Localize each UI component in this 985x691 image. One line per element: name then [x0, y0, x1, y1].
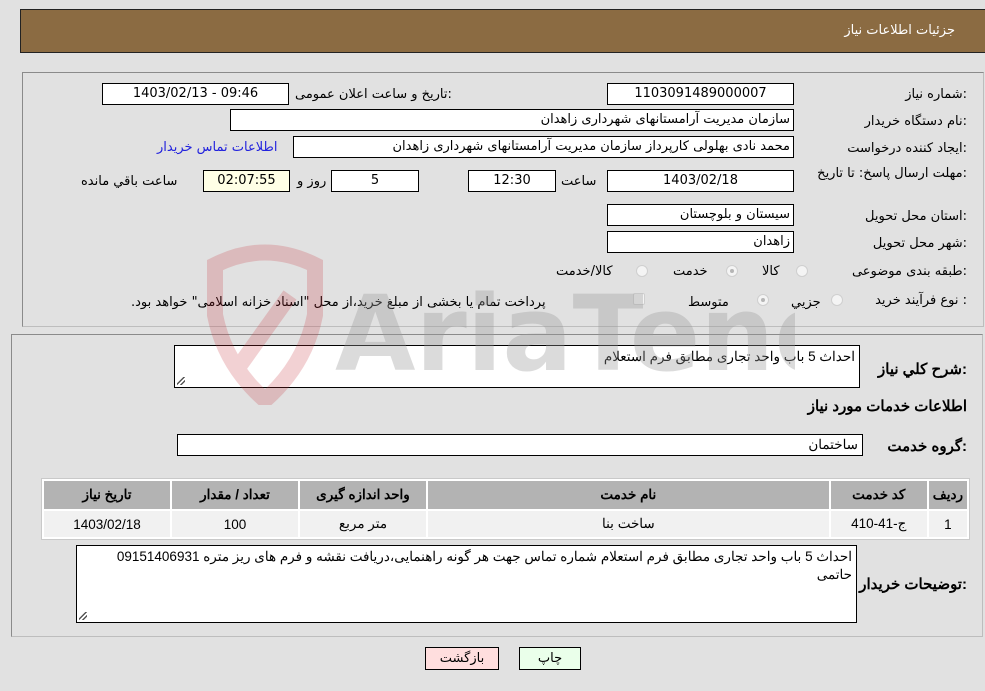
remaining-time-field: 02:07:55: [203, 170, 290, 192]
category-radio-service[interactable]: [726, 265, 738, 277]
purchase-radio-medium[interactable]: [757, 294, 769, 306]
col-service-name: نام خدمت: [428, 481, 829, 509]
remaining-days-field: 5: [331, 170, 419, 192]
col-quantity: تعداد / مقدار: [172, 481, 298, 509]
province-label: استان محل تحویل:: [865, 209, 967, 224]
buyer-org-label: نام دستگاه خریدار:: [864, 114, 967, 129]
deadline-time-field: 12:30: [468, 170, 556, 192]
back-button[interactable]: بازگشت: [425, 647, 499, 670]
summary-label: شرح کلي نیاز:: [878, 361, 967, 378]
services-heading: اطلاعات خدمات مورد نیاز: [807, 398, 967, 415]
summary-text: احداث 5 باب واحد تجاری مطابق فرم استعلام: [603, 349, 855, 364]
category-radio-goods-service[interactable]: [636, 265, 648, 277]
buyer-org-field: سازمان مدیریت آرامستانهای شهرداری زاهدان: [230, 109, 794, 131]
treasury-checkbox[interactable]: [633, 293, 645, 305]
requester-label: ایجاد کننده درخواست:: [847, 141, 967, 156]
category-label: طبقه بندی موضوعی:: [851, 264, 967, 279]
resize-handle-icon[interactable]: [79, 612, 87, 620]
days-label: روز و: [297, 174, 327, 189]
cell-quantity: 100: [172, 511, 298, 537]
remaining-time-label: ساعت باقي مانده: [81, 174, 178, 189]
need-number-label: شماره نیاز:: [905, 87, 967, 102]
service-group-field: ساختمان: [177, 434, 863, 456]
treasury-note: پرداخت تمام یا بخشی از مبلغ خرید،از محل …: [131, 295, 546, 310]
need-info-panel: شماره نیاز: 1103091489000007 تاریخ و ساع…: [22, 72, 984, 327]
deadline-date-field: 1403/02/18: [607, 170, 794, 192]
cell-service-code: ج-41-410: [830, 511, 927, 537]
col-unit: واحد اندازه گیری: [300, 481, 426, 509]
announce-datetime-field: 1403/02/13 - 09:46: [102, 83, 289, 105]
page-header: جزئیات اطلاعات نیاز: [20, 9, 985, 53]
buyer-notes-label: توضیحات خریدار:: [859, 576, 967, 593]
requester-field: محمد نادی بهلولی کارپرداز سازمان مدیریت …: [293, 136, 794, 158]
city-label: شهر محل تحویل:: [872, 236, 967, 251]
buyer-notes-textarea[interactable]: احداث 5 باب واحد تجاری مطابق فرم استعلام…: [76, 545, 857, 623]
service-group-label: گروه خدمت:: [887, 438, 967, 455]
category-radio-goods[interactable]: [796, 265, 808, 277]
deadline-time-label: ساعت: [561, 174, 597, 189]
buyer-contact-link[interactable]: اطلاعات تماس خریدار: [157, 140, 277, 155]
need-details-panel: شرح کلي نیاز: احداث 5 باب واحد تجاری مطا…: [11, 334, 983, 637]
buyer-notes-text: احداث 5 باب واحد تجاری مطابق فرم استعلام…: [116, 549, 852, 582]
table-header-row: ردیف کد خدمت نام خدمت واحد اندازه گیری ت…: [44, 481, 967, 509]
city-field: زاهدان: [607, 231, 794, 253]
col-row-number: ردیف: [928, 481, 967, 509]
deadline-label: مهلت ارسال پاسخ: تا تاریخ:: [817, 166, 967, 181]
summary-textarea[interactable]: احداث 5 باب واحد تجاری مطابق فرم استعلام: [174, 345, 860, 388]
resize-handle-icon[interactable]: [177, 377, 185, 385]
purchase-option-minor: جزيي: [791, 295, 821, 310]
need-number-field: 1103091489000007: [607, 83, 794, 105]
cell-unit: متر مربع: [300, 511, 426, 537]
category-option-service: خدمت: [673, 264, 708, 279]
col-service-code: کد خدمت: [830, 481, 927, 509]
cell-service-name: ساخت بنا: [428, 511, 829, 537]
category-option-goods: کالا: [762, 264, 780, 279]
services-table: ردیف کد خدمت نام خدمت واحد اندازه گیری ت…: [41, 478, 970, 540]
purchase-radio-minor[interactable]: [831, 294, 843, 306]
announce-datetime-label: تاریخ و ساعت اعلان عمومی:: [295, 87, 452, 102]
category-option-goods-service: کالا/خدمت: [556, 264, 613, 279]
cell-row-number: 1: [928, 511, 967, 537]
table-row: 1 ج-41-410 ساخت بنا متر مربع 100 1403/02…: [44, 511, 967, 537]
service-group-value: ساختمان: [808, 437, 858, 452]
cell-need-date: 1403/02/18: [44, 511, 170, 537]
purchase-option-medium: متوسط: [688, 295, 729, 310]
purchase-type-label: نوع فرآیند خرید :: [875, 293, 967, 308]
province-field: سیستان و بلوچستان: [607, 204, 794, 226]
print-button[interactable]: چاپ: [519, 647, 581, 670]
page-title: جزئیات اطلاعات نیاز: [844, 23, 955, 38]
col-need-date: تاریخ نیاز: [44, 481, 170, 509]
